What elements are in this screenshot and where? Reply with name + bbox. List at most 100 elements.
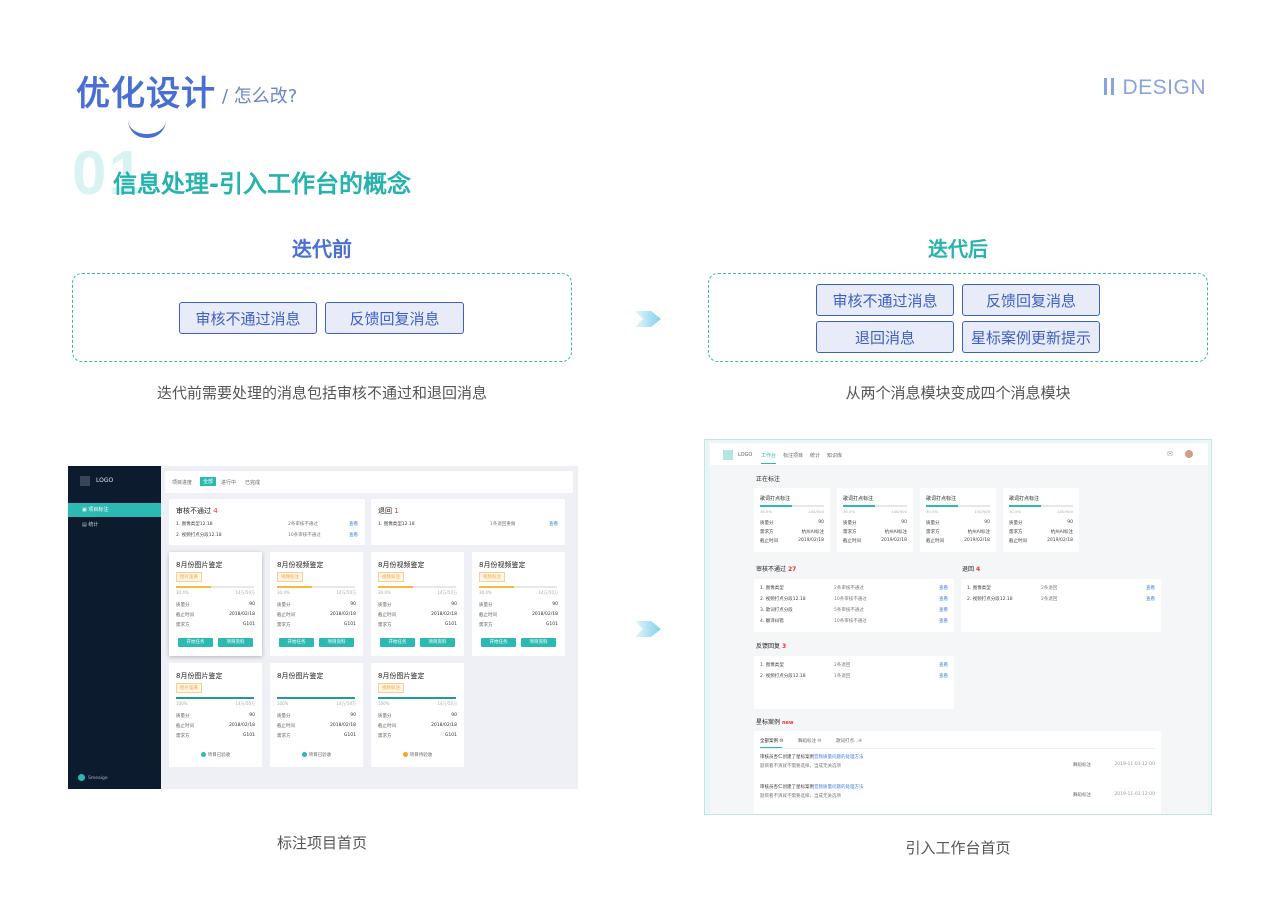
card-row: 截止时间 2018/02/18 <box>176 612 255 618</box>
list-item[interactable]: 1. 图像类型 2条退回 查看 <box>760 662 948 668</box>
card-row: 质量分 90 <box>479 602 558 608</box>
divider <box>760 748 1155 749</box>
card-row: 质量分 90 <box>277 602 356 608</box>
project-home-screenshot: LOGO ▣ 项目标注 ▤ 统计 Smeaige 项目进度 全部 进行中 已完成… <box>68 466 578 789</box>
in-progress-card[interactable]: 歌词打点标注 30.5% 100/500 质量分 90 需求方 杭州AI标注 截止时… <box>837 488 913 552</box>
card-title: 歌词打点标注 <box>1009 496 1040 502</box>
project-card[interactable]: 8月份视频鉴定 视频标注 30.4% 14万/50万 质量分 90 截止时间 201… <box>270 552 363 656</box>
star-case-item[interactable]: 审核员杏仁创建了星标案例音频质量问题的处理方法 题目看不清就不需要选择，当成无关… <box>760 754 1155 769</box>
screenshot-a-caption: 标注项目首页 <box>276 834 367 852</box>
start-task-button[interactable]: 开始任务 <box>279 638 314 647</box>
page-title: 优化设计 <box>76 74 216 114</box>
star-case-item[interactable]: 审核员杏仁创建了星标案例音频质量问题的处理方法 题目看不清就不需要选择，当成无关… <box>760 784 1155 799</box>
project-card[interactable]: 8月份视频鉴定 视频标注 30.4% 14万/50万 质量分 90 截止时间 201… <box>371 552 464 656</box>
project-data-button[interactable]: 项目资料 <box>420 638 455 647</box>
start-task-button[interactable]: 开始任务 <box>481 638 516 647</box>
tab-workbench[interactable]: 工作台 <box>761 452 777 464</box>
card-row: 质量分 90 <box>926 520 990 526</box>
card-title: 8月份视频鉴定 <box>378 561 425 569</box>
status-label: 项目已验收 <box>169 752 262 758</box>
project-card[interactable]: 8月份图片鉴定 视频标注 100% 14万/50万 质量分 90 截止时间 2018… <box>371 663 464 767</box>
progress-percent: 30.4% <box>378 590 391 595</box>
return-message-button[interactable]: 退回消息 <box>816 321 954 353</box>
top-nav: LOGO 工作台 标注项目 统计 知识库 ✉ <box>710 443 1208 465</box>
arrow-right-icon <box>635 311 661 327</box>
progress-count: 100/500 <box>891 509 907 514</box>
reject-message-button[interactable]: 审核不通过消息 <box>816 284 954 316</box>
card-tag: 视频标注 <box>277 572 303 582</box>
feedback-message-button[interactable]: 反馈回复消息 <box>962 284 1100 316</box>
card-row: 需求方 杭州AI标注 <box>843 530 907 535</box>
progress-percent: 30.5% <box>926 509 939 514</box>
start-task-button[interactable]: 开始任务 <box>178 638 213 647</box>
project-data-button[interactable]: 项目资料 <box>521 638 556 647</box>
progress-bar <box>176 586 254 588</box>
progress-bar <box>926 505 990 507</box>
start-task-button[interactable]: 开始任务 <box>380 638 415 647</box>
tab-done[interactable]: 已完成 <box>245 479 260 486</box>
list-item[interactable]: 2. 视频打点分段12.18 1条退回 查看 <box>760 673 948 679</box>
tab-knowledge[interactable]: 知识库 <box>827 452 842 459</box>
card-row: 需求方 G101 <box>176 622 255 628</box>
progress-count: 14万/50万 <box>336 701 356 706</box>
project-card[interactable]: 8月份图片鉴定 图片鉴黄 30.4% 14万/50万 质量分 90 截止时间 201… <box>169 552 262 656</box>
project-card[interactable]: 8月份图片鉴定 100% 14万/50万 质量分 90 截止时间 2018/02/1… <box>270 663 363 767</box>
list-item[interactable]: 1. 图像类型12.18 1条退回重做 查看 <box>378 521 558 527</box>
star-case-panel: 全部案例 ⑩ 舞蹈标注 ⑩ 歌词打点...④ 审核员杏仁创建了星标案例音频质量问… <box>754 731 1161 814</box>
card-tag: 图片鉴黄 <box>176 683 202 693</box>
card-row: 质量分 90 <box>378 713 457 719</box>
bars-icon <box>1111 78 1115 95</box>
card-title: 8月份图片鉴定 <box>277 672 324 680</box>
progress-count: 100/500 <box>1057 509 1073 514</box>
list-item[interactable]: 2. 视频打点分段12.18 2条退回 查看 <box>967 596 1155 602</box>
tab-in-progress[interactable]: 进行中 <box>221 479 236 486</box>
card-row: 需求方 G101 <box>378 733 457 739</box>
list-item[interactable]: 3. 歌词打点分段 5条审核不通过 查看 <box>760 607 948 613</box>
list-item[interactable]: 2. 视频打点分段12.18 10条审核不通过 查看 <box>176 532 358 538</box>
tab-dance[interactable]: 舞蹈标注 ⑩ <box>798 738 821 744</box>
tab-lyrics[interactable]: 歌词打点...④ <box>836 738 862 744</box>
sidebar-item-stats[interactable]: ▤ 统计 <box>68 518 161 532</box>
card-row: 截止时间 2018/02/18 <box>277 612 356 618</box>
in-progress-card[interactable]: 歌词打点标注 30.5% 100/500 质量分 90 需求方 杭州AI标注 截止时… <box>1003 488 1079 552</box>
list-item[interactable]: 1. 图像类型12.18 2条审核不通过 查看 <box>176 521 358 527</box>
tab-all-cases[interactable]: 全部案例 ⑩ <box>760 738 783 744</box>
in-progress-card[interactable]: 歌词打点标注 30.5% 100/500 质量分 90 需求方 杭州AI标注 截止时… <box>754 488 830 552</box>
list-item[interactable]: 1. 图像类型 2条审核不通过 查看 <box>760 585 948 591</box>
card-row: 质量分 90 <box>1009 520 1073 526</box>
list-item[interactable]: 4. 翻译纠错 10条审核不通过 查看 <box>760 618 948 624</box>
card-title: 歌词打点标注 <box>926 496 957 502</box>
reject-message-button[interactable]: 审核不通过消息 <box>179 302 317 334</box>
tab-bar: 项目进度 全部 进行中 已完成 <box>165 471 573 493</box>
card-title: 8月份视频鉴定 <box>277 561 324 569</box>
project-data-button[interactable]: 项目资料 <box>218 638 253 647</box>
card-row: 质量分 90 <box>176 713 255 719</box>
brand-label: DESIGN <box>1104 76 1206 100</box>
tab-all[interactable]: 全部 <box>200 477 217 486</box>
status-dot-icon <box>301 752 307 757</box>
list-item[interactable]: 1. 图像类型 2条退回 查看 <box>967 585 1155 591</box>
project-data-button[interactable]: 项目资料 <box>319 638 354 647</box>
after-caption: 从两个消息模块变成四个消息模块 <box>845 384 1071 402</box>
project-card[interactable]: 8月份图片鉴定 图片鉴黄 100% 14万/50万 质量分 90 截止时间 2018… <box>169 663 262 767</box>
avatar[interactable] <box>1185 450 1193 458</box>
card-row: 质量分 90 <box>176 602 255 608</box>
user-profile[interactable]: Smeaige <box>78 774 108 781</box>
project-card[interactable]: 8月份视频鉴定 视频标注 30.4% 14万/50万 质量分 90 截止时间 201… <box>472 552 565 656</box>
sidebar-item-project[interactable]: ▣ 项目标注 <box>68 503 161 517</box>
status-dot-icon <box>402 752 408 757</box>
progress-percent: 30.5% <box>760 509 773 514</box>
progress-bar <box>1009 505 1073 507</box>
list-item[interactable]: 2. 视频打点分段12.18 10条审核不通过 查看 <box>760 596 948 602</box>
progress-percent: 30.4% <box>277 590 290 595</box>
message-icon[interactable]: ✉ <box>1167 450 1173 458</box>
before-caption: 迭代前需要处理的消息包括审核不通过和退回消息 <box>156 384 487 402</box>
feedback-message-button[interactable]: 反馈回复消息 <box>325 302 464 334</box>
tab-projects[interactable]: 标注项目 <box>783 452 803 459</box>
star-case-button[interactable]: 星标案例更新提示 <box>962 321 1100 353</box>
tab-stats[interactable]: 统计 <box>810 452 820 459</box>
logo-icon <box>80 476 90 486</box>
in-progress-card[interactable]: 歌词打点标注 30.5% 100/500 质量分 90 需求方 杭州AI标注 截止时… <box>920 488 996 552</box>
status-label: 项目已验收 <box>270 752 363 758</box>
progress-percent: 30.4% <box>176 590 189 595</box>
